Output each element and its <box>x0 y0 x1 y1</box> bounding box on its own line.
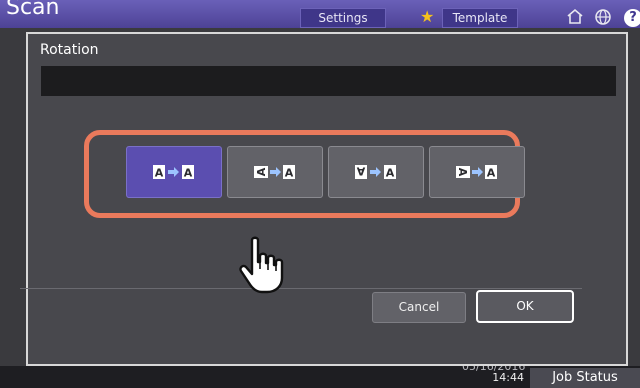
rotation-none-icon: A A <box>153 165 194 180</box>
clock-time: 14:44 <box>492 371 524 384</box>
svg-text:A: A <box>255 167 268 176</box>
home-icon[interactable] <box>566 8 584 28</box>
rotation-right-icon: A A <box>456 165 497 180</box>
message-bar <box>41 66 616 96</box>
svg-text:A: A <box>456 168 469 177</box>
app-title: Scan <box>6 0 60 20</box>
top-bar: Scan Settings ★ Template ? <box>0 0 640 28</box>
settings-button[interactable]: Settings <box>300 8 386 28</box>
rotation-option-none[interactable]: A A <box>126 146 222 198</box>
rotation-option-right[interactable]: A A <box>429 146 525 198</box>
svg-text:A: A <box>285 167 294 180</box>
svg-text:A: A <box>386 167 395 180</box>
dialog-title: Rotation <box>40 42 99 58</box>
template-button[interactable]: Template <box>442 8 518 28</box>
svg-text:A: A <box>184 167 193 180</box>
rotation-option-180[interactable]: A A <box>328 146 424 198</box>
cancel-button[interactable]: Cancel <box>372 292 466 323</box>
svg-text:A: A <box>155 167 164 180</box>
pointing-hand-icon <box>236 236 296 302</box>
rotation-left-icon: A A <box>254 165 295 180</box>
dialog-divider <box>20 288 582 289</box>
star-icon[interactable]: ★ <box>420 8 434 26</box>
rotation-option-left[interactable]: A A <box>227 146 323 198</box>
rotation-180-icon: A A <box>355 165 396 180</box>
svg-text:A: A <box>356 165 365 178</box>
globe-icon[interactable] <box>594 8 612 30</box>
job-status-button[interactable]: Job Status <box>530 368 640 388</box>
help-icon[interactable]: ? <box>624 9 640 27</box>
ok-button[interactable]: OK <box>476 290 574 323</box>
svg-text:A: A <box>487 167 496 180</box>
clock: 05/16/2016 14:44 <box>462 361 525 384</box>
